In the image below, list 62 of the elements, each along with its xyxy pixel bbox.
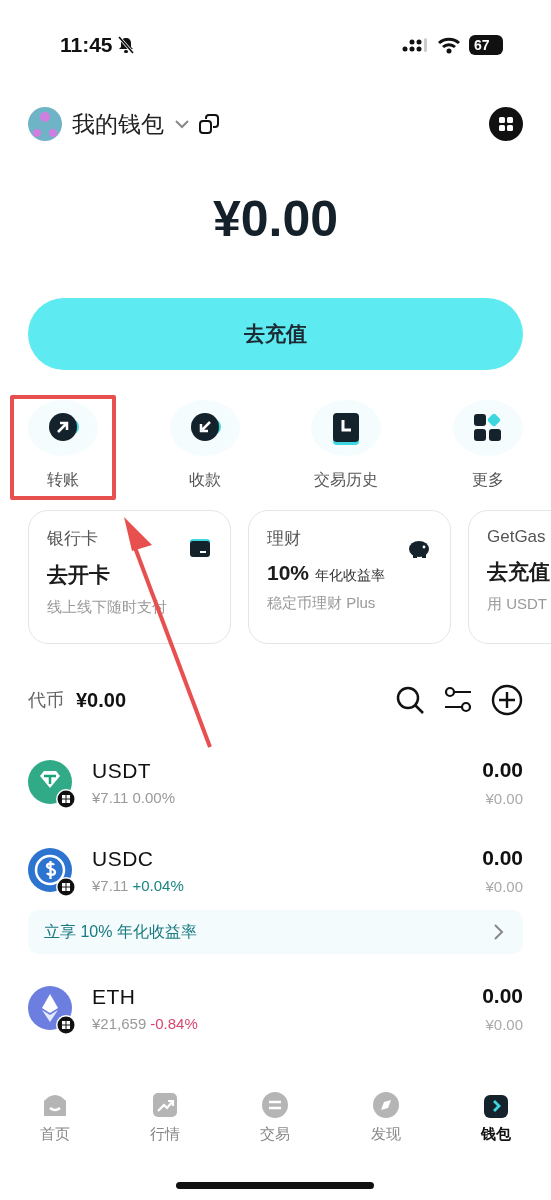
token-symbol: USDC bbox=[92, 846, 155, 871]
promo-banner[interactable]: 立享 10% 年化收益率 bbox=[28, 910, 523, 954]
card-headline: 去充值 bbox=[487, 559, 550, 585]
card-title: 理财 bbox=[267, 528, 301, 550]
copy-icon[interactable] bbox=[198, 113, 220, 135]
token-value: ¥0.00 bbox=[484, 877, 523, 895]
battery-level: 67 bbox=[469, 35, 503, 55]
avatar bbox=[28, 107, 62, 141]
token-amount: 0.00 bbox=[482, 983, 523, 1008]
tokens-total: ¥0.00 bbox=[76, 688, 127, 712]
price-change: 0.00% bbox=[132, 788, 175, 806]
token-price: ¥7.11 bbox=[92, 788, 129, 806]
card-title: GetGas bbox=[487, 527, 546, 547]
tokens-label: 代币 bbox=[28, 689, 64, 712]
balance-amount: ¥0.00 bbox=[211, 190, 340, 249]
chevron-right-icon bbox=[493, 923, 505, 941]
chain-badge-icon bbox=[56, 1015, 76, 1035]
filter-sliders-icon[interactable] bbox=[443, 685, 473, 715]
banner-text: 立享 10% 年化收益率 bbox=[44, 921, 197, 942]
card-headline: 去开卡 bbox=[47, 562, 110, 588]
bell-muted-icon bbox=[115, 35, 136, 55]
chain-badge-icon bbox=[56, 877, 76, 897]
card-subtitle: 稳定币理财 Plus bbox=[267, 594, 377, 613]
deposit-button[interactable]: 去充值 bbox=[28, 298, 523, 370]
wifi-icon bbox=[437, 36, 461, 54]
card-subtitle: 用 USDT bbox=[487, 595, 548, 614]
token-amount: 0.00 bbox=[482, 845, 523, 870]
price-change: -0.84% bbox=[150, 1014, 198, 1032]
token-price: ¥21,659 bbox=[92, 1014, 147, 1032]
chevron-down-icon[interactable] bbox=[172, 117, 192, 131]
search-icon[interactable] bbox=[395, 685, 425, 715]
swap-icon bbox=[261, 1091, 290, 1119]
tab-item[interactable]: 行情 bbox=[110, 1075, 221, 1165]
chart-up-icon bbox=[151, 1091, 180, 1119]
price-change: +0.04% bbox=[132, 876, 184, 894]
wallet-name[interactable]: 我的钱包 bbox=[72, 108, 164, 140]
token-symbol: USDT bbox=[92, 758, 153, 783]
card-note: 年化收益率 bbox=[315, 567, 386, 585]
compass-icon bbox=[371, 1091, 400, 1119]
tab-item[interactable]: 交易 bbox=[220, 1075, 331, 1165]
tab-item[interactable]: 发现 bbox=[330, 1075, 441, 1165]
apps-icon[interactable] bbox=[489, 107, 523, 141]
card-title: 银行卡 bbox=[47, 528, 98, 550]
action-label[interactable]: 转账 bbox=[46, 470, 79, 491]
promo-card[interactable]: GetGas 去充值 用 USDT bbox=[468, 510, 551, 644]
action-label[interactable]: 交易历史 bbox=[314, 470, 379, 491]
action-label[interactable]: 收款 bbox=[188, 470, 221, 491]
chain-badge-icon bbox=[56, 789, 76, 809]
action-label[interactable]: 更多 bbox=[472, 470, 505, 491]
card-headline: 10% bbox=[267, 561, 310, 585]
token-price: ¥7.11 bbox=[92, 876, 129, 894]
token-amount: 0.00 bbox=[482, 757, 523, 782]
token-value: ¥0.00 bbox=[484, 789, 523, 807]
add-icon[interactable] bbox=[491, 684, 523, 716]
token-value: ¥0.00 bbox=[484, 1015, 523, 1033]
promo-card[interactable]: 理财 10% 年化收益率 稳定币理财 Plus bbox=[248, 510, 451, 644]
card-icon bbox=[188, 537, 212, 559]
tab-item[interactable]: 首页 bbox=[0, 1075, 111, 1165]
clock-time: 11:45 bbox=[60, 33, 113, 57]
signal-icon bbox=[401, 36, 429, 54]
tab-item[interactable]: 钱包 bbox=[440, 1075, 551, 1165]
token-symbol: ETH bbox=[92, 984, 137, 1009]
